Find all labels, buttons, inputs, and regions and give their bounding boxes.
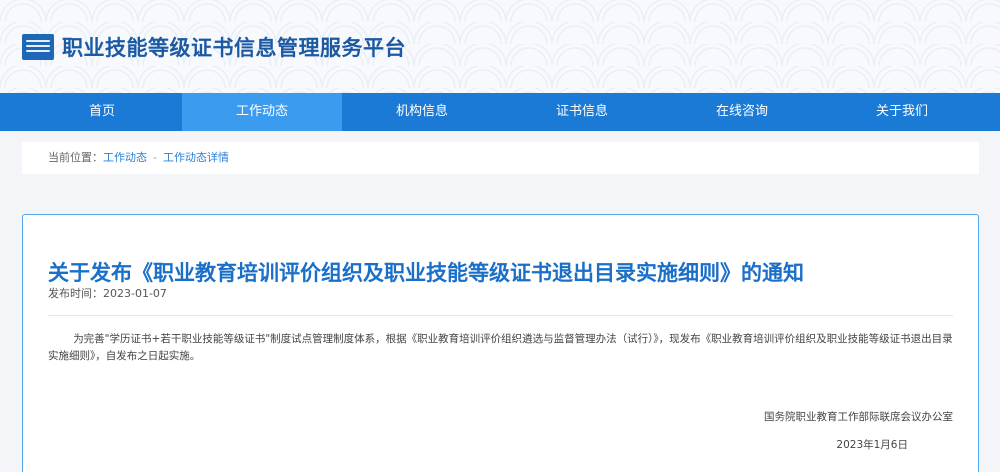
article-signature: 国务院职业教育工作部际联席会议办公室 <box>764 411 953 423</box>
nav-item-certificates[interactable]: 证书信息 <box>502 93 662 131</box>
nav-item-about-us[interactable]: 关于我们 <box>822 93 982 131</box>
breadcrumb-detail[interactable]: 工作动态详情 <box>163 151 229 164</box>
book-logo-icon <box>22 34 54 60</box>
breadcrumb-separator: - <box>153 151 157 164</box>
nav-item-online-consult[interactable]: 在线咨询 <box>662 93 822 131</box>
article-card: 关于发布《职业教育培训评价组织及职业技能等级证书退出目录实施细则》的通知 发布时… <box>22 214 979 472</box>
site-title: 职业技能等级证书信息管理服务平台 <box>62 36 406 60</box>
publish-date-label: 发布时间： <box>48 287 103 300</box>
nav-item-work-news[interactable]: 工作动态 <box>182 93 342 131</box>
breadcrumb: 当前位置：工作动态 - 工作动态详情 <box>22 142 979 174</box>
article-title: 关于发布《职业教育培训评价组织及职业技能等级证书退出目录实施细则》的通知 <box>48 261 804 285</box>
main-nav: 首页 工作动态 机构信息 证书信息 在线咨询 关于我们 <box>0 93 1000 131</box>
nav-item-home[interactable]: 首页 <box>22 93 182 131</box>
article-body: 为完善"学历证书+若干职业技能等级证书"制度试点管理制度体系，根据《职业教育培训… <box>48 333 953 362</box>
site-logo-link[interactable]: 职业技能等级证书信息管理服务平台 <box>22 32 406 62</box>
article-publish-date: 发布时间：2023-01-07 <box>48 285 167 301</box>
title-divider <box>48 315 953 316</box>
publish-date-value: 2023-01-07 <box>103 287 167 300</box>
breadcrumb-prefix: 当前位置： <box>48 151 103 164</box>
nav-item-institutions[interactable]: 机构信息 <box>342 93 502 131</box>
site-header: 职业技能等级证书信息管理服务平台 <box>0 0 1000 93</box>
article-sign-date: 2023年1月6日 <box>836 439 908 451</box>
breadcrumb-work-news[interactable]: 工作动态 <box>103 151 147 164</box>
